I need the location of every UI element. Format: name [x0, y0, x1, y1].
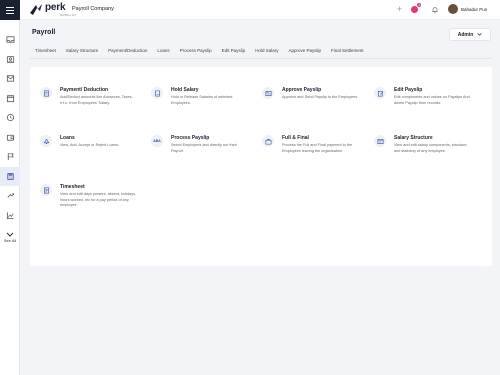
tabs-divider: [30, 58, 492, 59]
item-description: Approve and Send Payslip to the Employee…: [282, 95, 359, 99]
process-icon-text: ABA: [153, 139, 161, 143]
notification-badge: 2: [417, 3, 421, 7]
share-icon[interactable]: [0, 186, 20, 206]
sidebar: See All: [0, 0, 20, 375]
payroll-tabs: Timesheet Salary Structure Payment/Deduc…: [30, 46, 369, 56]
chevron-down-icon[interactable]: [6, 232, 14, 237]
calendar-icon[interactable]: [0, 89, 20, 109]
page-title: Payroll: [32, 29, 56, 36]
add-icon[interactable]: +: [395, 5, 404, 14]
payroll-actions-card: Payment/ Deduction Add/Deduct amounts li…: [30, 67, 492, 266]
top-bar: perk PAYROLL CO. Payroll Company + 2 Bah…: [20, 0, 500, 20]
chart-icon[interactable]: [0, 206, 20, 226]
tab-approve-payslip[interactable]: Approve Payslip: [283, 46, 326, 56]
role-dropdown[interactable]: Admin: [449, 28, 491, 41]
role-label: Admin: [457, 31, 474, 38]
item-title: Edit Payslip: [394, 87, 423, 93]
tab-payment-deduction[interactable]: Payment/Deduction: [103, 46, 152, 56]
calculator-icon[interactable]: [0, 166, 20, 186]
payslip-icon: [262, 87, 274, 99]
tab-hold-salary[interactable]: Hold Salary: [250, 46, 283, 56]
item-description: Add/Deduct amounts like Advances, Taxes,…: [60, 95, 133, 105]
process-icon: ABA: [151, 135, 163, 147]
see-all-link[interactable]: See All: [0, 238, 20, 243]
tab-final-settlement[interactable]: Final Settlement: [326, 46, 369, 56]
item-title: Salary Structure: [394, 135, 433, 141]
mail-icon[interactable]: [0, 69, 20, 89]
loan-icon: [40, 135, 52, 147]
tab-loans[interactable]: Loans: [152, 46, 174, 56]
tab-process-payslip[interactable]: Process Payslip: [175, 46, 217, 56]
item-title: Process Payslip: [171, 135, 210, 141]
item-title: Full & Final: [282, 135, 309, 141]
tab-edit-payslip[interactable]: Edit Payslip: [217, 46, 251, 56]
user-icon[interactable]: [0, 50, 20, 70]
timesheet-icon: [40, 184, 52, 196]
wallet-icon[interactable]: [0, 128, 20, 148]
company-name[interactable]: Payroll Company: [72, 6, 114, 12]
brand-subtitle: PAYROLL CO.: [60, 14, 77, 17]
item-title: Hold Salary: [171, 87, 199, 93]
wallet-icon: [151, 87, 163, 99]
item-title: Payment/ Deduction: [60, 87, 109, 93]
tab-salary-structure[interactable]: Salary Structure: [61, 46, 103, 56]
structure-icon: [374, 135, 386, 147]
item-description: Select Employees and directly run their …: [171, 143, 237, 153]
item-description: View and edit days present, absent, holi…: [60, 192, 137, 208]
notifications-icon[interactable]: 2: [410, 3, 421, 14]
chevron-down-icon: [477, 33, 482, 36]
briefcase-icon: [262, 135, 274, 147]
document-icon: [40, 87, 52, 99]
item-description: Edit components and values on Payslips A…: [394, 95, 470, 105]
bell-icon[interactable]: [430, 5, 439, 14]
edit-icon: [374, 87, 386, 99]
item-title: Loans: [60, 135, 75, 141]
avatar[interactable]: [448, 4, 458, 14]
tab-timesheet[interactable]: Timesheet: [30, 46, 61, 56]
hamburger-menu-icon[interactable]: [0, 0, 20, 20]
item-description: View, Add, Accept or Reject Loans.: [60, 143, 119, 147]
perk-logo-icon: [30, 4, 42, 15]
item-title: Timesheet: [60, 184, 85, 190]
brand-name: perk: [45, 2, 66, 13]
item-description: Hold or Release Salaries of selected Emp…: [171, 95, 233, 105]
flag-icon[interactable]: [0, 147, 20, 167]
clock-icon[interactable]: [0, 108, 20, 128]
inbox-icon[interactable]: [0, 30, 20, 50]
item-description: View and edit salary components, structu…: [394, 143, 468, 153]
item-description: Process the Full and Final payment to th…: [282, 143, 353, 153]
user-name[interactable]: Bahadur Pun: [461, 7, 487, 12]
item-title: Approve Payslip: [282, 87, 322, 93]
